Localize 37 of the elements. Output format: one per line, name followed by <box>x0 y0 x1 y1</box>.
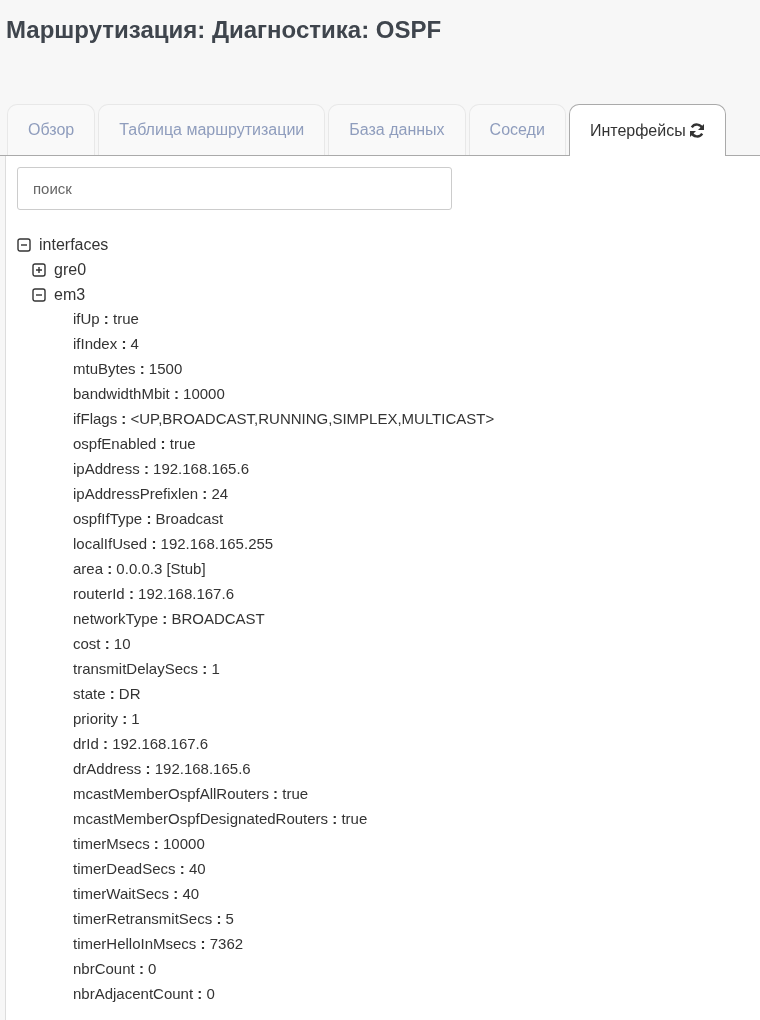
property-line: bandwidthMbit : 10000 <box>73 384 225 405</box>
collapse-icon[interactable] <box>32 287 46 302</box>
property-line: timerMsecs : 10000 <box>73 834 205 855</box>
page-title: Маршрутизация: Диагностика: OSPF <box>6 15 442 45</box>
property-line: timerRetransmitSecs : 5 <box>73 909 234 930</box>
search-field[interactable]: поиск <box>17 167 452 210</box>
property-line: ifFlags : <UP,BROADCAST,RUNNING,SIMPLEX,MULTICAST> <box>73 409 495 430</box>
property-line: ospfIfType : Broadcast <box>73 509 224 530</box>
property-line: timerDeadSecs : 40 <box>73 859 206 880</box>
property-line: transmitDelaySecs : 1 <box>73 659 220 680</box>
property-line: ipAddressPrefixlen : 24 <box>73 484 229 505</box>
tab[interactable]: Интерфейсы <box>568 104 726 156</box>
property-line: mtuBytes : 1500 <box>73 359 183 380</box>
property-line: cost : 10 <box>73 634 131 655</box>
property-line: localIfUsed : 192.168.165.255 <box>73 534 274 555</box>
property-line: routerId : 192.168.167.6 <box>73 584 234 605</box>
property-line: ipAddress : 192.168.165.6 <box>73 459 249 480</box>
collapse-icon[interactable] <box>17 237 31 252</box>
property-line: timerHelloInMsecs : 7362 <box>73 934 244 955</box>
property-line: mcastMemberOspfAllRouters : true <box>73 784 309 805</box>
property-line: nbrCount : 0 <box>73 959 157 980</box>
property-line: drAddress : 192.168.165.6 <box>73 759 251 780</box>
property-line: ifUp : true <box>73 309 139 330</box>
property-line: ifIndex : 4 <box>73 334 139 355</box>
tree-node-label[interactable]: em3 <box>54 282 86 307</box>
property-line: nbrAdjacentCount : 0 <box>73 984 215 1005</box>
expand-icon[interactable] <box>32 262 46 277</box>
property-line: mcastMemberOspfDesignatedRouters : true <box>73 809 368 830</box>
property-line: priority : 1 <box>73 709 140 730</box>
tree-node-label[interactable]: gre0 <box>54 257 87 282</box>
property-line: area : 0.0.0.3 [Stub] <box>73 559 206 580</box>
property-line: drId : 192.168.167.6 <box>73 734 209 755</box>
property-line: networkType : BROADCAST <box>73 609 265 630</box>
property-line: ospfEnabled : true <box>73 434 196 455</box>
property-line: state : DR <box>73 684 141 705</box>
property-line: timerWaitSecs : 40 <box>73 884 200 905</box>
tree-node-label[interactable]: interfaces <box>39 232 109 257</box>
